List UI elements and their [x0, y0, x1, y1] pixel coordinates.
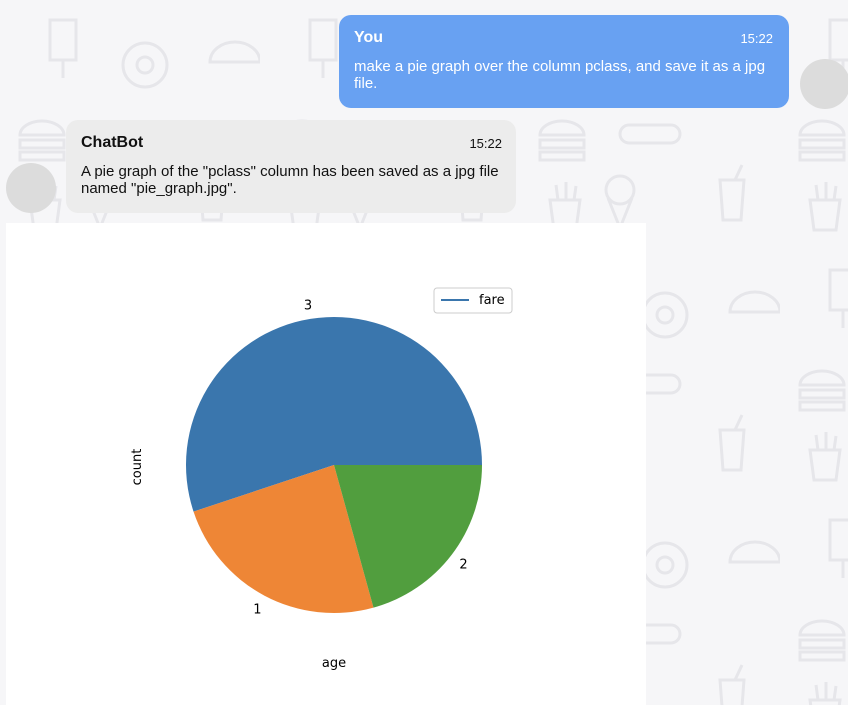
pie-chart: 3 1 2 count age fare	[130, 287, 513, 671]
pie-slices	[186, 317, 483, 613]
message-time: 15:22	[740, 30, 773, 46]
legend: fare	[433, 287, 513, 314]
x-axis-label: age	[322, 656, 346, 671]
message-text: make a pie graph over the column pclass,…	[354, 58, 766, 92]
legend-entry: fare	[479, 293, 505, 308]
message-time: 15:22	[469, 135, 502, 151]
chart-image: 3 1 2 count age fare	[6, 223, 646, 705]
user-avatar	[800, 59, 848, 109]
pie-slice-label: 2	[459, 558, 467, 573]
user-message-bubble: You 15:22 make a pie graph over the colu…	[339, 15, 789, 108]
message-sender: ChatBot	[81, 134, 144, 151]
bot-message-bubble: ChatBot 15:22 A pie graph of the "pclass…	[66, 120, 516, 213]
message-text: A pie graph of the "pclass" column has b…	[81, 163, 499, 197]
y-axis-label: count	[130, 449, 145, 486]
bot-avatar	[6, 163, 56, 213]
pie-slice-label: 1	[253, 603, 261, 618]
pie-slice-label: 3	[304, 298, 312, 313]
message-sender: You	[354, 29, 384, 46]
